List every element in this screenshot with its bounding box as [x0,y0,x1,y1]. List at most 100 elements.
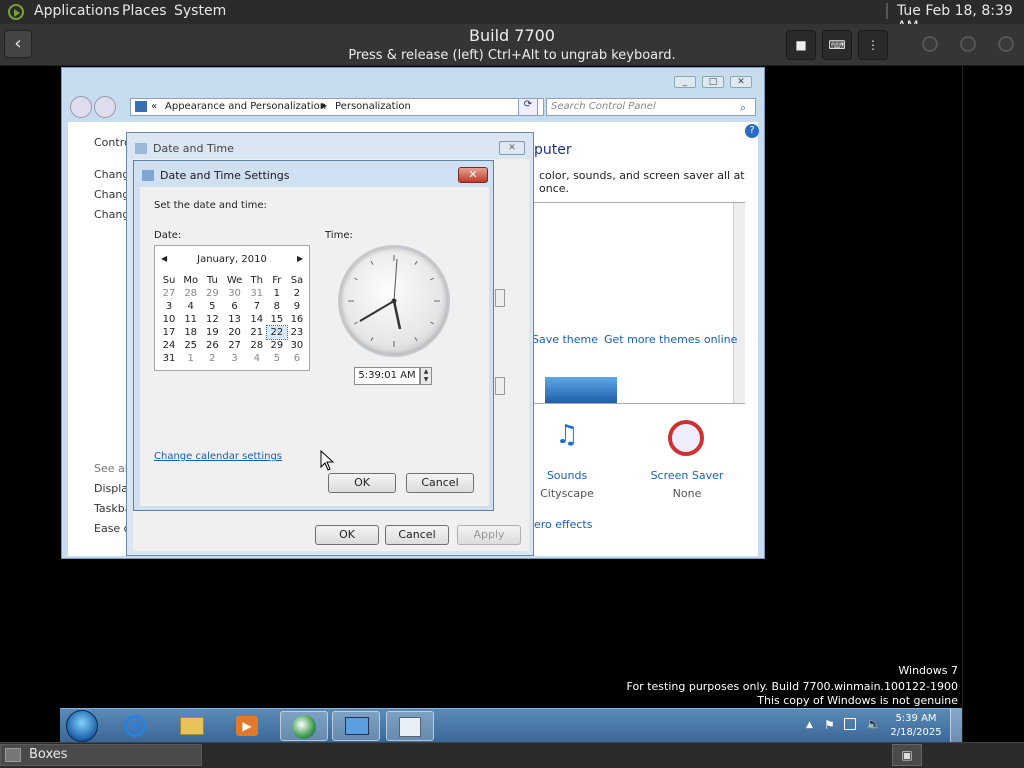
calendar-day[interactable]: 2 [287,287,307,300]
calendar-day[interactable]: 3 [159,300,179,313]
theme-thumbnail[interactable] [545,377,617,403]
theme-list[interactable] [530,202,745,404]
dts-cancel-button[interactable]: Cancel [406,473,474,493]
action-center-flag-icon[interactable]: ⚑ [824,718,835,732]
cp-maximize-button[interactable]: □ [702,76,724,88]
applications-menu[interactable]: Applications [34,3,120,19]
gnome-logo-icon[interactable] [8,4,24,20]
calendar-day[interactable]: 3 [222,352,246,365]
calendar-day[interactable]: 14 [247,313,267,326]
calendar-day[interactable]: 5 [202,300,222,313]
calendar-day[interactable]: 27 [159,287,179,300]
network-icon[interactable] [844,718,856,730]
ie-taskbar-button[interactable]: e [112,711,160,741]
theme-scrollbar[interactable] [733,203,745,403]
calendar-day[interactable]: 6 [222,300,246,313]
calendar-day[interactable]: 31 [247,287,267,300]
sounds-link[interactable]: Sounds [527,469,607,482]
cp-close-button[interactable]: ✕ [730,76,752,88]
calendar-day[interactable]: 29 [267,339,287,352]
minimize-icon[interactable] [922,36,938,52]
date-time-taskbar-button[interactable] [386,711,434,741]
get-themes-online-link[interactable]: Get more themes online [604,333,737,346]
calendar-day[interactable]: 20 [222,326,246,339]
calendar-day[interactable]: 25 [179,339,202,352]
maximize-icon[interactable] [960,36,976,52]
calendar-day[interactable]: 26 [202,339,222,352]
calendar-day[interactable]: 7 [247,300,267,313]
tray-overflow-icon[interactable]: ▲ [806,720,813,730]
keyboard-button[interactable]: ⌨ [822,30,852,60]
calendar-day[interactable]: 11 [179,313,202,326]
cp-search-input[interactable]: Search Control Panel [546,98,756,116]
calendar-day[interactable]: 16 [287,313,307,326]
aero-effects-link[interactable]: ero effects [534,518,592,531]
breadcrumb-personalization[interactable]: Personalization [335,101,411,112]
system-menu[interactable]: System [174,3,226,19]
calendar-day[interactable]: 2 [202,352,222,365]
date-time-cancel-button[interactable]: Cancel [385,525,449,545]
calendar-day[interactable]: 6 [287,352,307,365]
date-time-close-button[interactable]: ✕ [499,141,525,155]
cp-forward-icon[interactable] [94,96,116,118]
time-spinner-icon[interactable]: ▲ ▼ [420,367,432,385]
calendar-day[interactable]: 30 [222,287,246,300]
dts-ok-button[interactable]: OK [328,473,396,493]
calendar-day[interactable]: 1 [179,352,202,365]
cp-back-icon[interactable] [70,96,92,118]
save-theme-link[interactable]: Save theme [532,333,598,346]
calendar-day-selected[interactable]: 22 [265,325,288,340]
calendar-day[interactable]: 15 [267,313,287,326]
calendar-day[interactable]: 10 [159,313,179,326]
calendar-day[interactable]: 1 [267,287,287,300]
calendar-day[interactable]: 12 [202,313,222,326]
calendar-day[interactable]: 9 [287,300,307,313]
menu-button[interactable]: ⋮ [858,30,888,60]
time-input[interactable]: 5:39:01 AM [354,367,420,385]
calendar-day[interactable]: 29 [202,287,222,300]
cp-address-bar[interactable]: « Appearance and Personalization ▶ Perso… [130,98,544,116]
workspace-switcher-icon[interactable]: ▣ [892,744,922,766]
date-time-ok-button[interactable]: OK [315,525,379,545]
calendar-day[interactable]: 5 [267,352,287,365]
calendar-day[interactable]: 13 [222,313,246,326]
calendar-day[interactable]: 30 [287,339,307,352]
calendar-month[interactable]: January, 2010 [155,254,309,265]
refresh-icon[interactable]: ⟳ [518,98,538,116]
calendar-day[interactable]: 24 [159,339,179,352]
dts-close-button[interactable]: ✕ [458,167,488,183]
date-time-apply-button[interactable]: Apply [457,525,521,545]
calendar-day[interactable]: 4 [179,300,202,313]
sounds-icon[interactable]: ♫ [548,420,586,458]
back-button[interactable]: ‹ [4,30,32,58]
calendar-day[interactable]: 28 [179,287,202,300]
screen-saver-link[interactable]: Screen Saver [647,469,727,482]
media-player-taskbar-button[interactable]: ▶ [224,711,272,741]
calendar-day[interactable]: 31 [159,352,179,365]
stop-button[interactable]: ■ [786,30,816,60]
volume-icon[interactable]: 🔈 [866,717,881,731]
calendar-day[interactable]: 8 [267,300,287,313]
change-calendar-settings-link[interactable]: Change calendar settings [154,451,282,462]
search-icon[interactable]: ⌕ [740,101,746,115]
cp-minimize-button[interactable]: _ [674,76,696,88]
screen-saver-icon[interactable] [668,420,704,456]
calendar-day[interactable]: 4 [247,352,267,365]
tray-clock[interactable]: 5:39 AM 2/18/2025 [886,713,946,738]
boxes-window-button[interactable]: Boxes [0,744,202,766]
show-desktop-button[interactable] [950,709,962,743]
calendar-day[interactable]: 19 [202,326,222,339]
calendar-day[interactable]: 17 [159,326,179,339]
breadcrumb-appearance[interactable]: Appearance and Personalization [165,101,326,112]
calendar-day[interactable]: 18 [179,326,202,339]
calendar-day[interactable]: 21 [247,326,267,339]
next-month-icon[interactable]: ▶ [297,254,303,263]
help-icon[interactable]: ? [745,124,759,138]
explorer-taskbar-button[interactable] [168,711,216,741]
calendar[interactable]: ◀ January, 2010 ▶ Su Mo Tu We Th Fr Sa 2… [154,245,310,371]
calendar-day[interactable]: 28 [247,339,267,352]
breadcrumb-overflow[interactable]: « [151,101,157,112]
start-orb-icon[interactable] [66,710,98,742]
globe-taskbar-button[interactable] [280,711,328,741]
calendar-day[interactable]: 27 [222,339,246,352]
